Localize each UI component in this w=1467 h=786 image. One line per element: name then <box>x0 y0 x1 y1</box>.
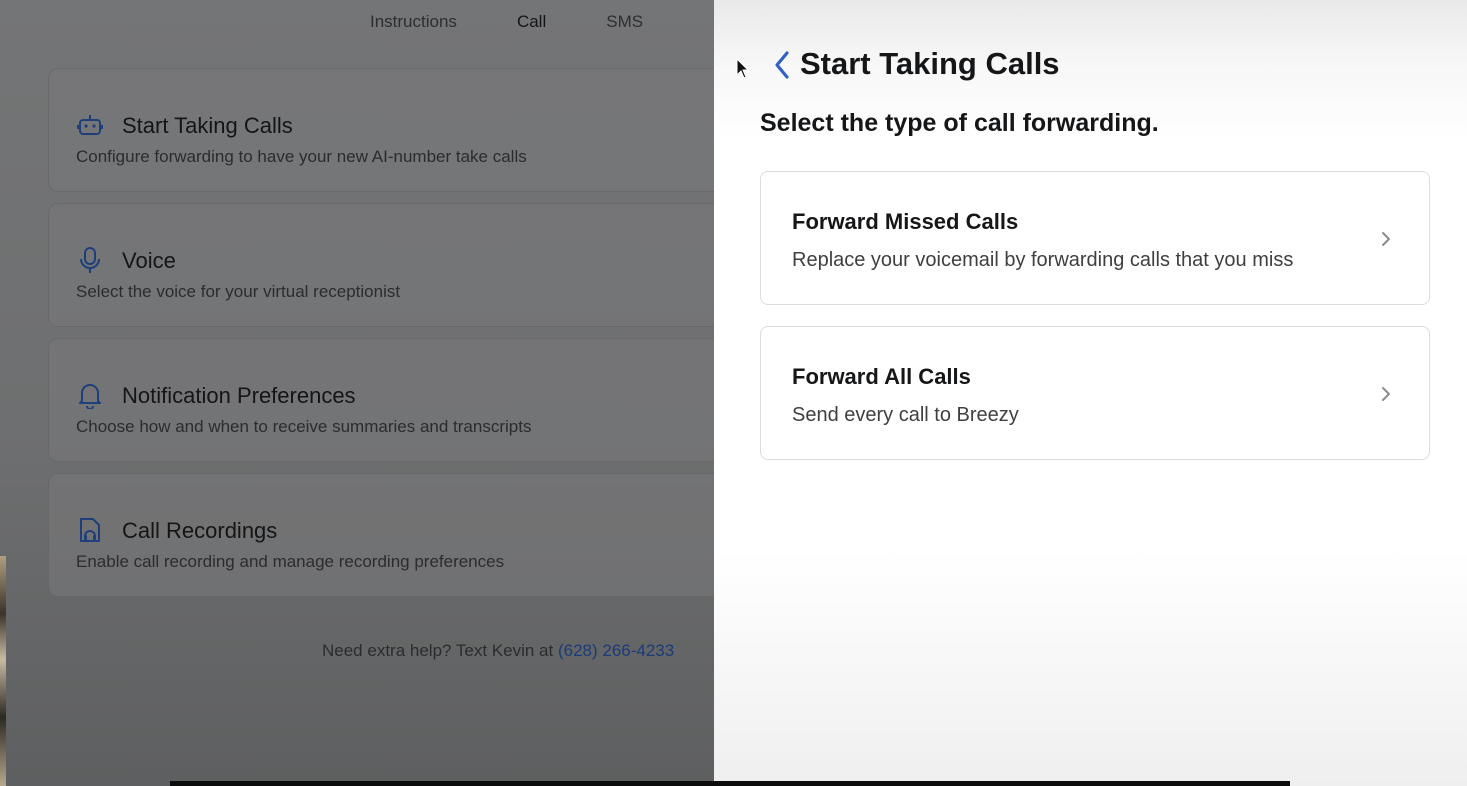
option-title: Forward All Calls <box>792 364 971 389</box>
chevron-right-icon <box>1382 387 1390 401</box>
option-forward-all-calls[interactable]: Forward All Calls Send every call to Bre… <box>760 326 1430 460</box>
option-description: Replace your voicemail by forwarding cal… <box>792 249 1294 271</box>
settings-card-start-taking-calls[interactable]: Start Taking Calls Configure forwarding … <box>48 68 748 192</box>
help-phone-link[interactable]: (628) 266-4233 <box>558 641 674 660</box>
video-scrub-bar <box>170 781 1290 786</box>
microphone-icon <box>80 247 100 273</box>
settings-card-description: Configure forwarding to have your new AI… <box>76 147 527 166</box>
settings-card-title: Notification Preferences <box>122 383 356 408</box>
chevron-right-icon <box>1382 232 1390 246</box>
mouse-cursor-icon <box>736 58 750 79</box>
call-forwarding-panel: Start Taking Calls Select the type of ca… <box>714 0 1467 786</box>
background-photo-edge <box>0 556 6 786</box>
tab-sms[interactable]: SMS <box>576 0 673 44</box>
panel-title: Start Taking Calls <box>800 46 1060 81</box>
settings-card-description: Choose how and when to receive summaries… <box>76 417 532 436</box>
settings-list: Start Taking Calls Configure forwarding … <box>48 68 748 608</box>
settings-card-call-recordings[interactable]: Call Recordings Enable call recording an… <box>48 473 748 597</box>
settings-card-title: Voice <box>122 248 176 273</box>
settings-card-title: Call Recordings <box>122 518 278 543</box>
robot-icon <box>77 115 103 135</box>
tab-instructions[interactable]: Instructions <box>340 0 487 44</box>
help-text: Need extra help? Text Kevin at (628) 266… <box>322 641 674 661</box>
settings-card-description: Select the voice for your virtual recept… <box>76 282 401 301</box>
back-chevron-icon[interactable] <box>770 48 794 82</box>
tab-bar: Instructions Call SMS <box>340 0 673 44</box>
tab-call[interactable]: Call <box>487 0 576 44</box>
settings-card-title: Start Taking Calls <box>122 113 293 138</box>
option-title: Forward Missed Calls <box>792 209 1019 234</box>
settings-card-voice[interactable]: Voice Select the voice for your virtual … <box>48 203 748 327</box>
option-forward-missed-calls[interactable]: Forward Missed Calls Replace your voicem… <box>760 171 1430 305</box>
recording-file-icon <box>80 518 100 542</box>
help-label: Need extra help? Text Kevin at <box>322 641 558 660</box>
option-description: Send every call to Breezy <box>792 404 1019 426</box>
settings-card-description: Enable call recording and manage recordi… <box>76 552 505 571</box>
panel-subtitle: Select the type of call forwarding. <box>760 109 1159 137</box>
settings-page-background: Instructions Call SMS Start Taking Calls… <box>0 0 748 786</box>
bell-icon <box>79 384 101 409</box>
settings-card-notification-preferences[interactable]: Notification Preferences Choose how and … <box>48 338 748 462</box>
